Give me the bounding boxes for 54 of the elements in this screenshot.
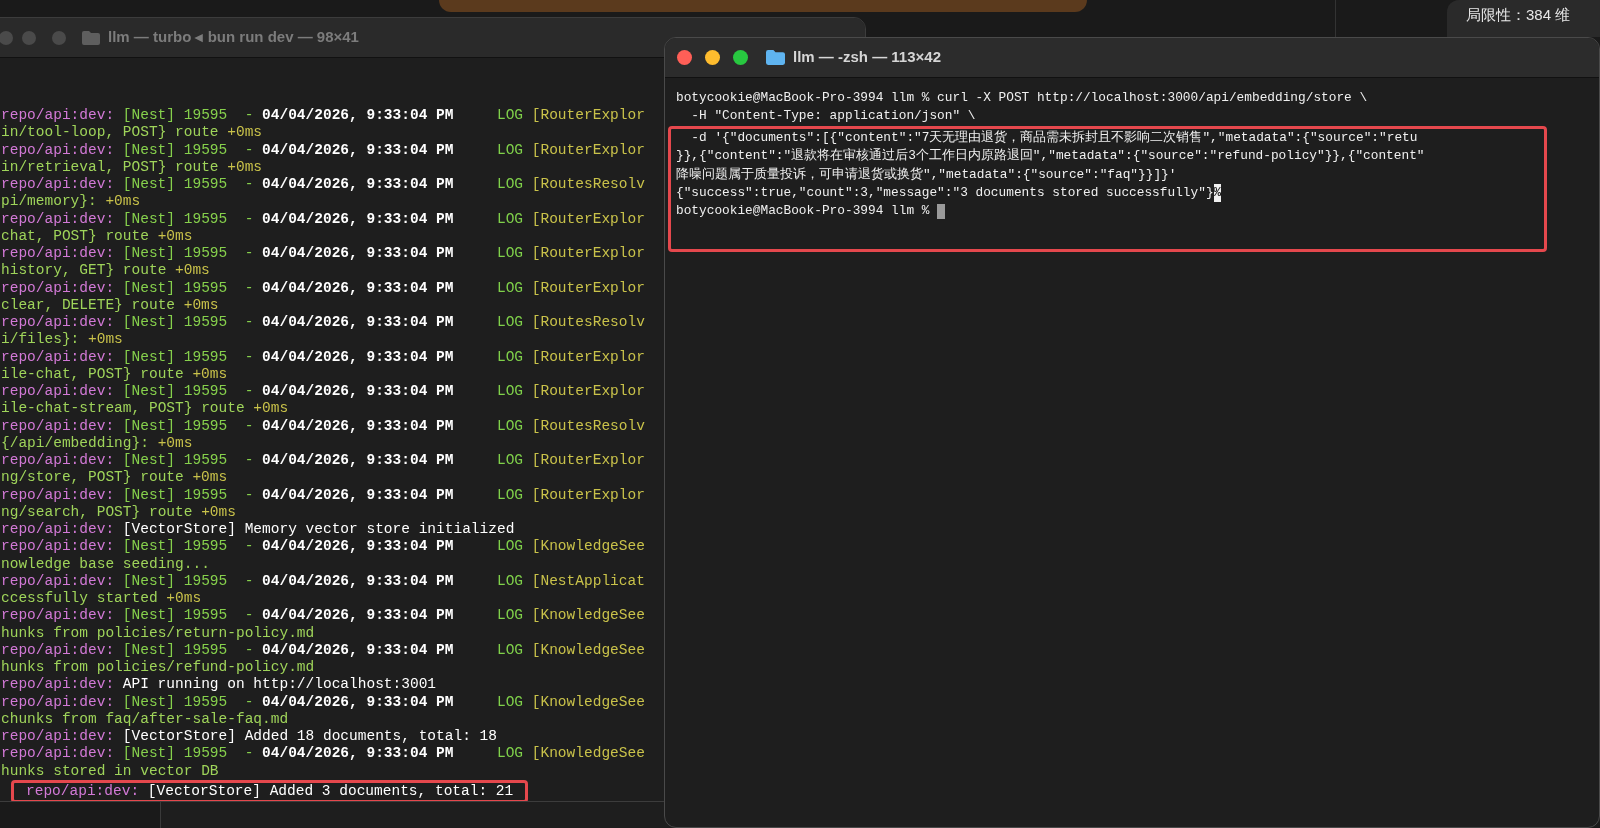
log-line: repo/api:dev: [Nest] 19595 - 04/04/2026, 9:33:04 PM LOG [RoutesResolv [1, 417, 645, 435]
log-line: chat, POST} route +0ms [1, 227, 193, 245]
log-line: i/files}: +0ms [1, 331, 123, 349]
terminal-line: }},{"content":"退款将在审核通过后3个工作日内原路退回","metadata":{"source":"refund-policy"}},{"content" [676, 147, 1425, 166]
terminal-line: -H "Content-Type: application/json" \ [690, 107, 976, 126]
log-line: ng/search, POST} route +0ms [1, 503, 236, 521]
log-line: ile-chat, POST} route +0ms [1, 365, 228, 383]
log-line: repo/api:dev: [Nest] 19595 - 04/04/2026, 9:33:04 PM LOG [KnowledgeSee [1, 641, 645, 659]
terminal-line: {"success":true,"count":3,"message":"3 documents stored successfully"}% [676, 183, 1222, 203]
terminal-line: botycookie@MacBook-Pro-3994 llm % [676, 202, 930, 221]
log-line: repo/api:dev: [Nest] 19595 - 04/04/2026, 9:33:04 PM LOG [RouterExplor [1, 383, 645, 401]
terminal-line: 降噪问题属于质量投诉，可申请退货或换货","metadata":{"source":"faq"}}]}' [676, 165, 1177, 184]
log-line: history, GET} route +0ms [1, 262, 210, 280]
log-line: chunks from faq/after-sale-faq.md [1, 710, 289, 728]
log-line: repo/api:dev: [Nest] 19595 - 04/04/2026, 9:33:04 PM LOG [RouterExplor [1, 486, 645, 504]
terminal-line: -d '{"documents":[{"content":"7天无理由退货，商品需未拆封且不影响二次销售","metadata":{"source":"retu [690, 128, 1418, 147]
log-line: ccessfully started +0ms [1, 590, 202, 608]
log-line: repo/api:dev: [Nest] 19595 - 04/04/2026, 9:33:04 PM LOG [RouterExplor [1, 245, 645, 263]
log-line: repo/api:dev: [Nest] 19595 - 04/04/2026, 9:33:04 PM LOG [RouterExplor [1, 210, 645, 228]
log-line: hunks from policies/refund-policy.md [1, 659, 315, 677]
log-line: repo/api:dev: [Nest] 19595 - 04/04/2026, 9:33:04 PM LOG [KnowledgeSee [1, 745, 645, 763]
log-line: repo/api:dev: [Nest] 19595 - 04/04/2026, 9:33:04 PM LOG [KnowledgeSee [1, 607, 645, 625]
log-line: repo/api:dev: API running on http://localhost:3001 [1, 676, 437, 694]
log-line: repo/api:dev: [Nest] 19595 - 04/04/2026, 9:33:04 PM LOG [RoutesResolv [1, 176, 645, 194]
log-line: in/tool-loop, POST} route +0ms [1, 124, 263, 142]
log-line: repo/api:dev: [Nest] 19595 - 04/04/2026, 9:33:04 PM LOG [RouterExplor [1, 452, 645, 470]
log-line: repo/api:dev: [Nest] 19595 - 04/04/2026, 9:33:04 PM LOG [RouterExplor [1, 279, 645, 297]
log-line: pi/memory}: +0ms [1, 193, 141, 211]
log-line: clear, DELETE} route +0ms [1, 296, 219, 314]
minimize-button[interactable] [705, 50, 720, 65]
close-button[interactable] [677, 50, 692, 65]
folder-icon [766, 50, 785, 65]
log-line: repo/api:dev: [Nest] 19595 - 04/04/2026, 9:33:04 PM LOG [NestApplicat [1, 572, 645, 590]
log-line: repo/api:dev: [Nest] 19595 - 04/04/2026, 9:33:04 PM LOG [RoutesResolv [1, 314, 645, 332]
log-line: repo/api:dev: [Nest] 19595 - 04/04/2026, 9:33:04 PM LOG [RouterExplor [1, 107, 645, 125]
log-line: ng/store, POST} route +0ms [1, 469, 228, 487]
terminal-line: botycookie@MacBook-Pro-3994 llm % curl -X POST http://localhost:3000/api/embedding/store \ [676, 89, 1368, 107]
log-line: {/api/embedding}: +0ms [1, 434, 193, 452]
log-line: ile-chat-stream, POST} route +0ms [1, 400, 289, 418]
window-title: llm — turbo ◂ bun run dev — 98×41 [108, 27, 359, 48]
window-title: llm — -zsh — 113×42 [793, 47, 941, 68]
log-line: nowledge base seeding... [1, 555, 210, 573]
log-line: hunks from policies/return-policy.md [1, 624, 315, 642]
log-line: repo/api:dev: [Nest] 19595 - 04/04/2026, 9:33:04 PM LOG [KnowledgeSee [1, 538, 645, 556]
note-text: 局限性：384 维 [1466, 5, 1571, 25]
log-line: repo/api:dev: [Nest] 19595 - 04/04/2026, 9:33:04 PM LOG [KnowledgeSee [1, 693, 645, 711]
log-line: hunks stored in vector DB [1, 762, 219, 780]
folder-icon [82, 30, 100, 45]
log-line: repo/api:dev: [Nest] 19595 - 04/04/2026, 9:33:04 PM LOG [RouterExplor [1, 141, 645, 159]
log-line: repo/api:dev: [Nest] 19595 - 04/04/2026, 9:33:04 PM LOG [RouterExplor [1, 348, 645, 366]
zoom-button[interactable] [733, 50, 748, 65]
log-line: repo/api:dev: [VectorStore] Added 18 documents, total: 18 [1, 728, 497, 746]
log-line: repo/api:dev: [VectorStore] Memory vector store initialized [1, 521, 515, 539]
log-line: in/retrieval, POST} route +0ms [1, 158, 263, 176]
